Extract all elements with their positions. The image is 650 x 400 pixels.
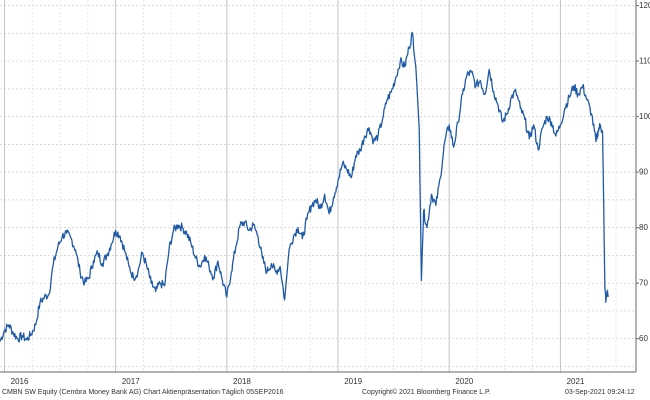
- price-line-chart: 2016 2017 2018 2019 2020 2021 60 70 80 90 100 110 1…: [0, 0, 650, 400]
- y-tick-label: 60: [639, 334, 648, 343]
- y-tick-label: 110: [639, 57, 650, 66]
- x-tick-label: 2021: [567, 377, 585, 386]
- footer-copyright: Copyright© 2021 Bloomberg Finance L.P.: [362, 389, 491, 396]
- x-tick-label: 2018: [233, 377, 251, 386]
- x-tick-label: 2016: [11, 377, 29, 386]
- footer-security-description: CMBN SW Equity (Cembra Money Bank AG) Ch…: [2, 389, 284, 396]
- x-tick-label: 2017: [122, 377, 140, 386]
- x-tick-label: 2020: [455, 377, 473, 386]
- y-tick-label: 120: [639, 1, 650, 10]
- y-tick-label: 70: [639, 279, 648, 288]
- y-tick-label: 100: [639, 112, 650, 121]
- x-tick-label: 2019: [344, 377, 362, 386]
- y-tick-label: 80: [639, 223, 648, 232]
- footer-timestamp: 03-Sep-2021 09:24:12: [565, 389, 635, 396]
- y-tick-label: 90: [639, 168, 648, 177]
